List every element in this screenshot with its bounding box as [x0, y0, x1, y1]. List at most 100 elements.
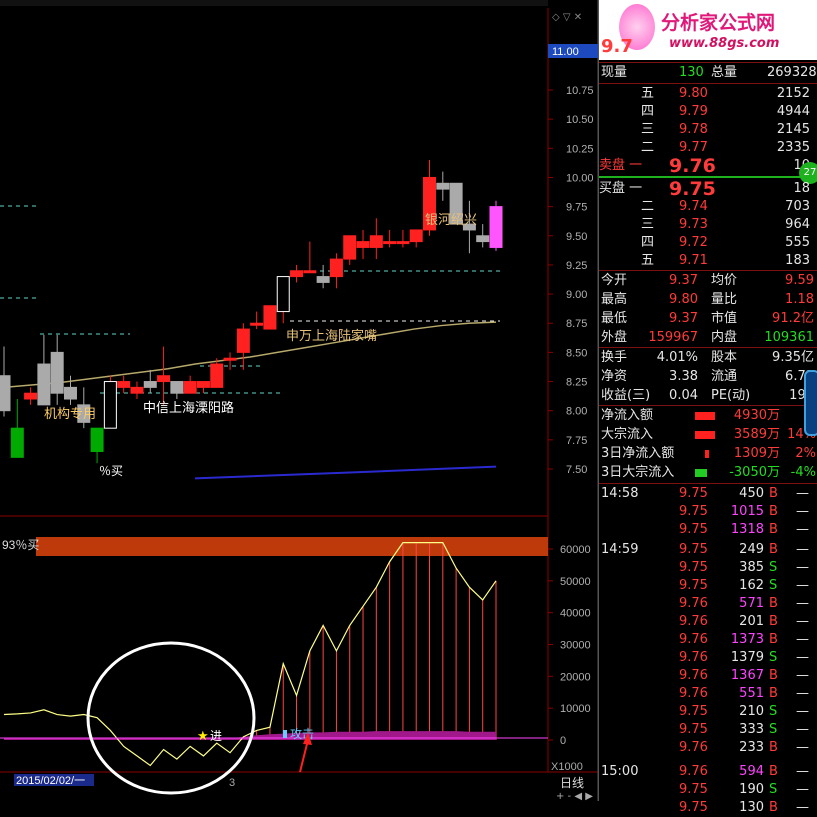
candle-body: [383, 241, 397, 245]
tick-row-cell: —: [796, 650, 809, 665]
candle-body: [50, 351, 64, 394]
annotation-zhongxin: 中信上海溧阳路: [143, 400, 234, 415]
tick-row-cell: 9.75: [679, 542, 708, 557]
stats-row-cell: 市值: [711, 311, 738, 326]
candle-body: [343, 235, 357, 260]
stats-row-cell: 159967: [648, 330, 698, 345]
tick-row: 9.75 210 S —: [599, 703, 817, 721]
price-tick-label: 9.25: [566, 260, 587, 272]
stats-row-cell: 91.2亿: [772, 311, 814, 326]
bid-row-cell: 9.72: [679, 235, 708, 250]
bid-row: 四 9.72 555: [599, 234, 817, 252]
annotation-gongji: 攻击: [290, 727, 314, 741]
indicator-tick-label: 30000: [560, 640, 591, 652]
tick-row-cell: 15:00: [601, 764, 639, 779]
tick-row-cell: —: [796, 522, 809, 537]
candle-body: [103, 381, 117, 429]
flow-row-cell: 2%: [795, 446, 816, 461]
indicator-vertical-lines: [256, 542, 497, 740]
indicator-tick-label: 60000: [560, 544, 591, 556]
tick-row-cell: 1379: [730, 650, 764, 665]
stats-row-cell: 量比: [711, 292, 738, 307]
candle-body: [117, 381, 131, 388]
candle-body: [183, 381, 197, 394]
candle-body: [250, 322, 264, 326]
candle-body: [303, 270, 317, 274]
indicator-tick-label: 40000: [560, 608, 591, 620]
tick-row-cell: —: [796, 632, 809, 647]
candle-body: [63, 386, 77, 400]
bid-row-cell: 703: [785, 199, 810, 214]
flow-row-cell: -4%: [790, 465, 816, 480]
ask-row-cell: 二: [641, 140, 655, 155]
annotation-shenwan: 申万上海陆家嘴: [286, 328, 377, 343]
ask-row-cell: 4944: [776, 104, 810, 119]
window-controls-icon: ◇ ▽ ✕: [552, 12, 582, 23]
bid-row-cell: 二: [641, 199, 655, 214]
indicator-ticks: 60000 50000 40000 30000 20000 10000 0: [548, 544, 591, 747]
annotation-pct-buy: ％买: [99, 464, 123, 478]
tick-row: 9.76 551 B —: [599, 685, 817, 703]
bid-row-cell: 964: [785, 217, 810, 232]
bid-row-cell: 18: [793, 181, 810, 196]
tick-row-cell: 9.76: [679, 668, 708, 683]
tick-row-cell: 9.75: [679, 560, 708, 575]
tick-row: 9.76 233 B —: [599, 739, 817, 757]
tick-row-cell: 9.75: [679, 782, 708, 797]
tick-row: 9.76 571 B —: [599, 595, 817, 613]
candle-body: [0, 375, 11, 412]
flow-bar: [695, 469, 707, 477]
flow-row-cell: 1309万: [733, 446, 780, 461]
indicator-tick-label: 10000: [560, 703, 591, 715]
scroll-handle[interactable]: [804, 370, 817, 436]
ask-row-cell: 2335: [776, 140, 810, 155]
tick-row-cell: B: [769, 686, 778, 701]
candle-body: [290, 270, 304, 278]
kline-chart[interactable]: 10.75 10.50 10.25 10.00 9.75 9.50 9.25 9.00 8.75…: [0, 0, 598, 801]
tick-row: 9.75 385 S —: [599, 559, 817, 577]
candle-body: [143, 381, 157, 388]
quote-price: 9.7: [601, 36, 633, 57]
tick-row-cell: 9.75: [679, 722, 708, 737]
tick-row-cell: 210: [739, 704, 764, 719]
tick-row-cell: S: [769, 722, 778, 737]
tick-row: 9.75 1015 B —: [599, 503, 817, 521]
candle-body: [369, 235, 383, 248]
date-label: 2015/02/02/一: [16, 775, 85, 787]
stats2-row-cell: 股本: [711, 350, 738, 365]
candle-body: [489, 206, 503, 248]
tick-row-cell: —: [796, 560, 809, 575]
tick-row-cell: —: [796, 668, 809, 683]
flow-bar: [695, 412, 715, 420]
stats-row-cell: 109361: [764, 330, 814, 345]
bid-row-cell: 9.74: [679, 199, 708, 214]
flow-row: 3日大宗流入 -3050万 -4%: [599, 464, 817, 482]
tick-row-cell: 190: [739, 782, 764, 797]
tick-row-cell: B: [769, 522, 778, 537]
ask-row-cell: 9.80: [679, 86, 708, 101]
bid-row: 五 9.71 183: [599, 252, 817, 270]
tick-row-cell: S: [769, 704, 778, 719]
stats2-row-cell: 流通: [711, 369, 738, 384]
ask-row-cell: 2145: [776, 122, 810, 137]
tick-row-cell: —: [796, 504, 809, 519]
candle-body: [409, 229, 423, 243]
stats2-row-cell: 收益(三): [601, 388, 651, 403]
flow-row-cell: 净流入额: [601, 408, 654, 423]
tick-row-cell: B: [769, 668, 778, 683]
candle-body: [157, 375, 171, 383]
tick-row-cell: 333: [739, 722, 764, 737]
ask-row-cell: 9.78: [679, 122, 708, 137]
tick-row: 9.76 1379 S —: [599, 649, 817, 667]
candle-body: [37, 363, 51, 406]
stats-row: 外盘 159967 内盘 109361: [599, 329, 817, 347]
tick-row-cell: —: [796, 596, 809, 611]
tick-row-cell: 14:59: [601, 542, 639, 557]
stats2-row: 净资 3.38 流通 6.72: [599, 368, 817, 386]
stats2-row-cell: 9.35亿: [772, 350, 814, 365]
tick-row-cell: —: [796, 764, 809, 779]
candle-body: [316, 276, 330, 283]
tick-row-cell: S: [769, 578, 778, 593]
tick-row-cell: 385: [739, 560, 764, 575]
stats2-row-cell: 净资: [601, 369, 628, 384]
